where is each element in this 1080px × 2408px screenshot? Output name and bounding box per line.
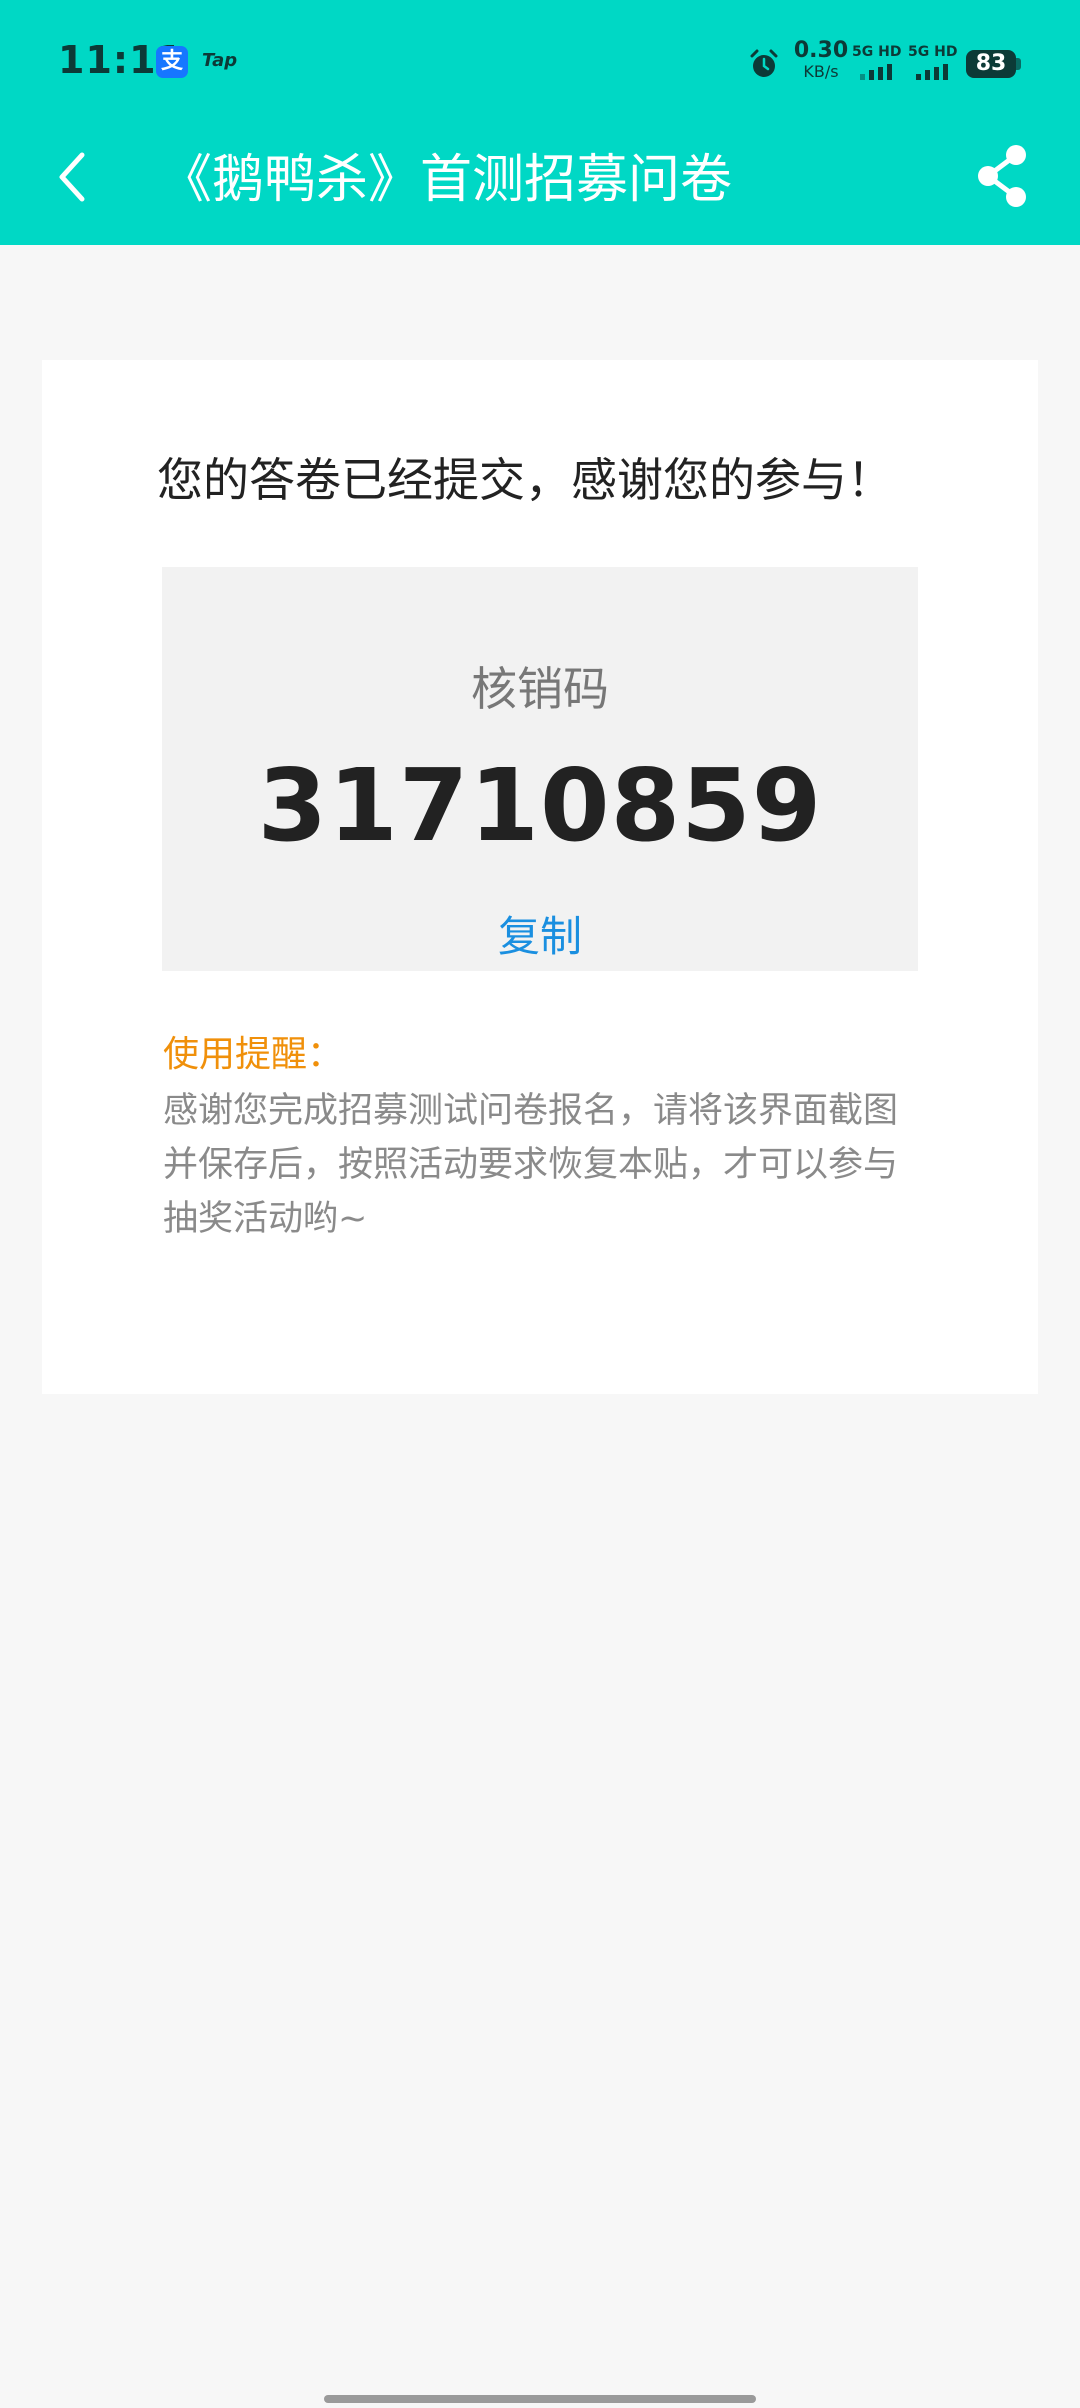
verification-code-value: 31710859 [257,747,823,864]
usage-reminder-title: 使用提醒： [163,1034,344,1075]
network-speed: 0.30 KB/s [792,40,850,80]
page-title: 《鹅鸭杀》首测招募问卷 [160,150,733,210]
status-bar: 11:11 支 Tap 0.30 KB/s 5G HD 5G HD 83 [0,0,1080,125]
battery-level: 83 [966,50,1016,78]
title-bar: 《鹅鸭杀》首测招募问卷 [0,125,1080,245]
signal-bars-icon [860,64,892,80]
sim1-signal: 5G HD [852,44,902,82]
sim2-signal: 5G HD [908,44,958,82]
network-speed-unit: KB/s [803,62,839,81]
copy-code-button[interactable]: 复制 [460,903,620,964]
sim1-signal-label: 5G HD [852,44,902,60]
back-button[interactable] [44,145,108,209]
tap-notification-icon: Tap [202,50,238,71]
submission-thanks-message: 您的答卷已经提交，感谢您的参与！ [157,453,893,507]
sim2-signal-label: 5G HD [908,44,958,60]
share-button[interactable] [970,141,1034,211]
verification-code-box: 核销码 31710859 复制 [162,567,918,971]
alipay-notification-icon: 支 [156,46,188,78]
usage-reminder-text: 感谢您完成招募测试问卷报名，请将该界面截图并保存后，按照活动要求恢复本贴，才可以… [163,1091,899,1239]
battery-tip [1016,58,1021,70]
result-card: 您的答卷已经提交，感谢您的参与！ 核销码 31710859 复制 使用提醒： 感… [42,360,1038,1394]
home-indicator[interactable] [324,2395,756,2403]
share-icon [978,145,1026,207]
signal-bars-icon [916,64,948,80]
network-speed-value: 0.30 [793,38,849,63]
app-header: 11:11 支 Tap 0.30 KB/s 5G HD 5G HD 83 《鹅鸭… [0,0,1080,245]
verification-code-label: 核销码 [471,662,609,716]
chevron-left-icon [59,152,85,202]
alarm-icon [750,49,778,77]
